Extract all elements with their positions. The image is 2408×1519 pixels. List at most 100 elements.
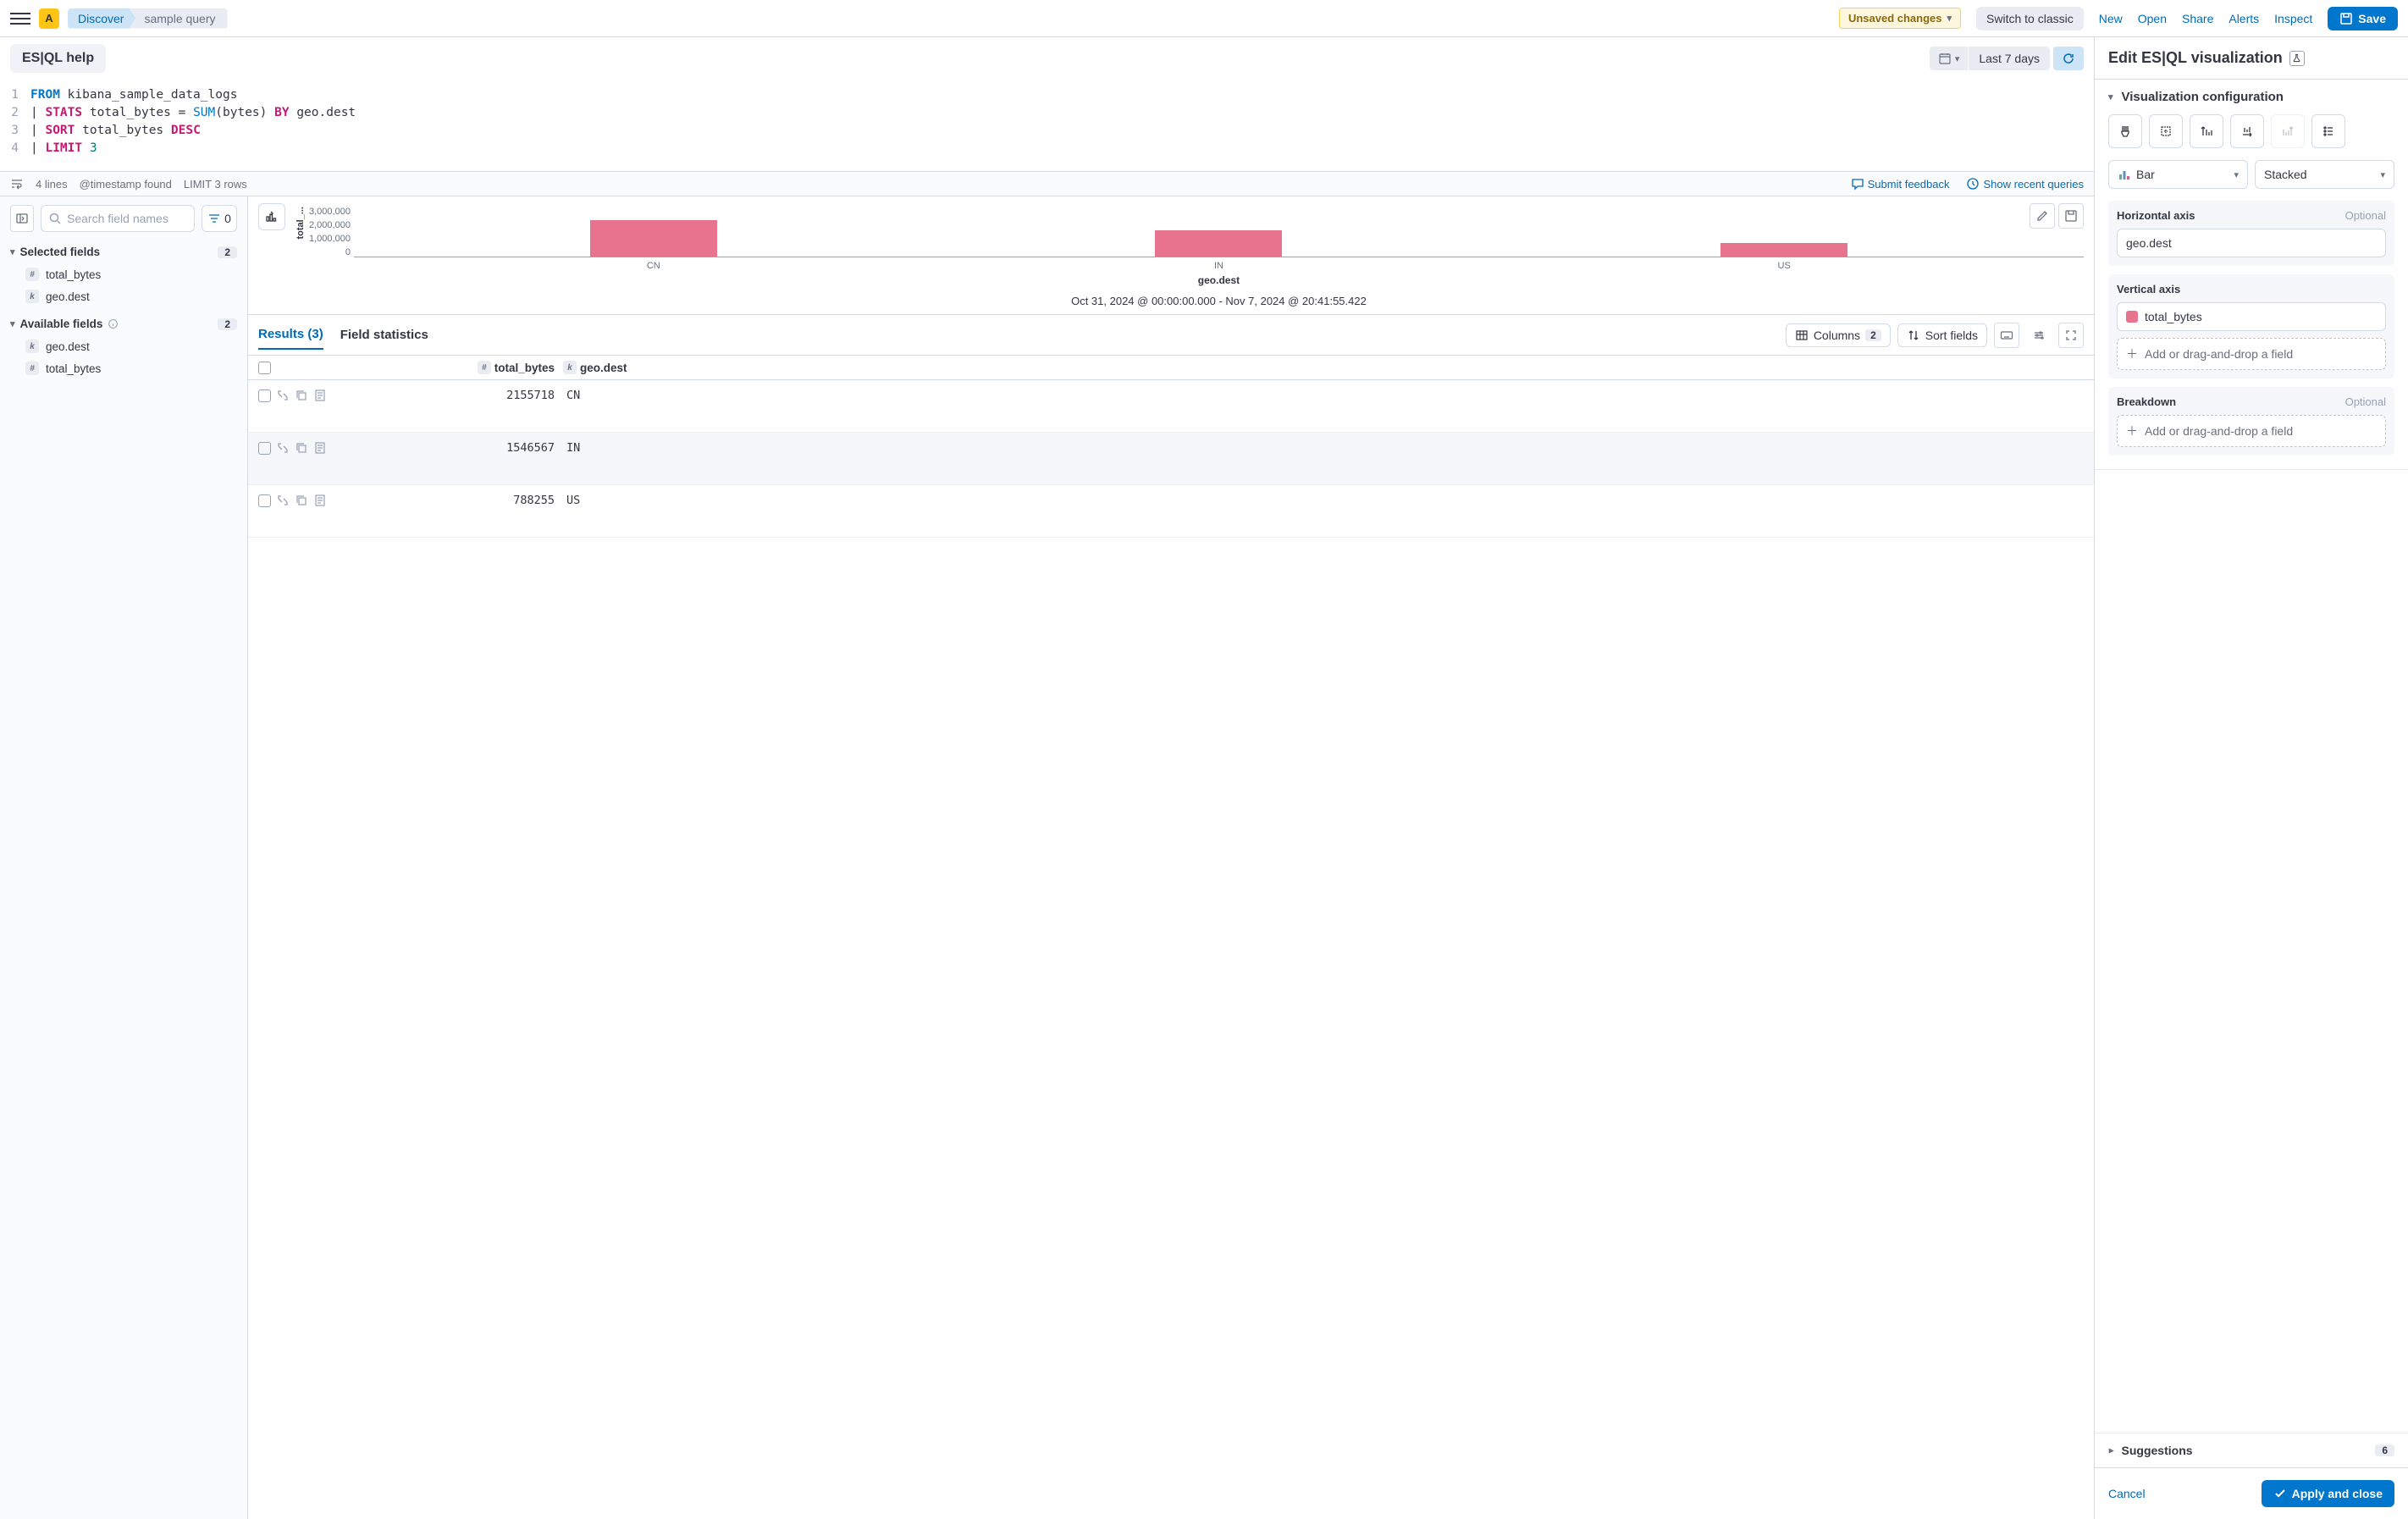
columns-button[interactable]: Columns 2 xyxy=(1786,323,1891,347)
field-item[interactable]: #total_bytes xyxy=(0,263,247,285)
vertical-axis-field[interactable]: total_bytes xyxy=(2117,302,2386,331)
left-axis-button[interactable] xyxy=(2190,114,2223,148)
chart-type-select[interactable]: Bar ▾ xyxy=(2108,160,2248,189)
field-item[interactable]: kgeo.dest xyxy=(0,285,247,307)
select-all-checkbox[interactable] xyxy=(258,362,271,374)
expand-icon[interactable] xyxy=(276,441,290,455)
save-button[interactable]: Save xyxy=(2328,7,2398,30)
stack-type-select[interactable]: Stacked ▾ xyxy=(2255,160,2394,189)
field-item[interactable]: kgeo.dest xyxy=(0,335,247,357)
inspect-link[interactable]: Inspect xyxy=(2274,12,2312,25)
share-link[interactable]: Share xyxy=(2182,12,2213,25)
selected-fields-header[interactable]: ▾ Selected fields 2 xyxy=(0,240,247,263)
expand-icon[interactable] xyxy=(276,389,290,402)
code-line[interactable]: FROM kibana_sample_data_logs xyxy=(30,86,237,104)
row-checkbox[interactable] xyxy=(258,389,271,402)
optional-label: Optional xyxy=(2345,395,2386,408)
sort-fields-button[interactable]: Sort fields xyxy=(1897,323,1987,347)
cell-geo-dest: US xyxy=(563,494,580,507)
chevron-down-icon: ▾ xyxy=(10,318,15,329)
columns-icon xyxy=(1795,329,1809,342)
field-item[interactable]: #total_bytes xyxy=(0,357,247,379)
code-line[interactable]: | SORT total_bytes DESC xyxy=(30,122,201,140)
collapse-sidebar-button[interactable] xyxy=(10,205,34,232)
tab-field-statistics[interactable]: Field statistics xyxy=(340,321,428,349)
breadcrumb-app[interactable]: Discover xyxy=(68,8,135,29)
chart-bar[interactable] xyxy=(1720,243,1847,257)
field-filter-button[interactable]: 0 xyxy=(202,205,237,232)
add-field-label: Add or drag-and-drop a field xyxy=(2145,424,2293,438)
chat-icon xyxy=(1851,177,1864,191)
esql-editor[interactable]: 1FROM kibana_sample_data_logs2 | STATS t… xyxy=(0,80,2094,171)
fullscreen-button[interactable] xyxy=(2058,323,2084,348)
axis-settings-button[interactable] xyxy=(2149,114,2183,148)
row-checkbox[interactable] xyxy=(258,442,271,455)
legend-icon xyxy=(2322,124,2335,138)
cancel-button[interactable]: Cancel xyxy=(2108,1487,2146,1500)
add-vertical-axis-field[interactable]: ＋ Add or drag-and-drop a field xyxy=(2117,338,2386,370)
expand-icon[interactable] xyxy=(276,494,290,507)
horizontal-axis-value: geo.dest xyxy=(2126,236,2172,250)
density-button[interactable] xyxy=(2026,323,2052,348)
display-options-button[interactable] xyxy=(1994,323,2019,348)
column-header-geo-dest[interactable]: k geo.dest xyxy=(563,361,627,374)
alerts-link[interactable]: Alerts xyxy=(2229,12,2259,25)
date-range-label[interactable]: Last 7 days xyxy=(1969,47,2050,70)
nav-menu-button[interactable] xyxy=(10,8,30,29)
plus-icon: ＋ xyxy=(2126,345,2138,362)
tab-results[interactable]: Results (3) xyxy=(258,320,323,350)
submit-feedback-link[interactable]: Submit feedback xyxy=(1851,177,1950,191)
column-header-label: geo.dest xyxy=(580,362,627,374)
y-axis-label: total_... xyxy=(295,207,306,253)
unsaved-changes-button[interactable]: Unsaved changes ▾ xyxy=(1839,8,1961,29)
appearance-button[interactable] xyxy=(2108,114,2142,148)
show-recent-queries-link[interactable]: Show recent queries xyxy=(1966,177,2084,191)
document-icon[interactable] xyxy=(313,441,327,455)
field-name: geo.dest xyxy=(46,340,90,353)
clock-icon xyxy=(1966,177,1980,191)
switch-to-classic-button[interactable]: Switch to classic xyxy=(1976,7,2084,30)
visualization-config-header[interactable]: ▾ Visualization configuration xyxy=(2095,80,2408,114)
esql-help-button[interactable]: ES|QL help xyxy=(10,44,106,73)
panel-title: Edit ES|QL visualization xyxy=(2108,49,2283,67)
bottom-axis-button[interactable] xyxy=(2230,114,2264,148)
row-checkbox[interactable] xyxy=(258,494,271,507)
code-line[interactable]: | STATS total_bytes = SUM(bytes) BY geo.… xyxy=(30,104,356,122)
copy-icon[interactable] xyxy=(295,389,308,402)
x-axis-label: geo.dest xyxy=(354,271,2084,286)
breadcrumb-query[interactable]: sample query xyxy=(129,8,227,29)
legend-button[interactable] xyxy=(2311,114,2345,148)
new-link[interactable]: New xyxy=(2099,12,2123,25)
suggestions-count: 6 xyxy=(2375,1444,2394,1456)
code-line[interactable]: | LIMIT 3 xyxy=(30,140,97,157)
breadcrumb: Discover sample query xyxy=(68,8,228,29)
save-icon xyxy=(2339,12,2353,25)
document-icon[interactable] xyxy=(313,389,327,402)
column-header-total-bytes[interactable]: # total_bytes xyxy=(343,361,563,374)
available-fields-header[interactable]: ▾ Available fields 2 xyxy=(0,312,247,335)
copy-icon[interactable] xyxy=(295,494,308,507)
right-axis-button xyxy=(2271,114,2305,148)
chart-bar[interactable] xyxy=(1155,230,1282,257)
datepicker-button[interactable]: ▾ xyxy=(1930,47,1969,70)
line-number: 1 xyxy=(10,86,30,104)
info-icon[interactable] xyxy=(108,318,119,329)
fullscreen-icon xyxy=(2064,329,2078,342)
toggle-chart-button[interactable] xyxy=(258,203,285,230)
stack-type-label: Stacked xyxy=(2264,168,2307,181)
add-breakdown-field[interactable]: ＋ Add or drag-and-drop a field xyxy=(2117,415,2386,447)
refresh-button[interactable] xyxy=(2053,47,2084,70)
avatar[interactable]: A xyxy=(39,8,59,29)
document-icon[interactable] xyxy=(313,494,327,507)
search-fields-input[interactable]: Search field names xyxy=(41,205,195,232)
table-row: 1546567IN xyxy=(248,433,2094,485)
suggestions-header[interactable]: ▾ Suggestions 6 xyxy=(2095,1433,2408,1467)
apply-and-close-button[interactable]: Apply and close xyxy=(2262,1480,2394,1507)
line-number: 2 xyxy=(10,104,30,122)
copy-icon[interactable] xyxy=(295,441,308,455)
horizontal-axis-field[interactable]: geo.dest xyxy=(2117,229,2386,257)
chart-bar[interactable] xyxy=(590,220,717,257)
open-link[interactable]: Open xyxy=(2138,12,2167,25)
wrap-icon[interactable] xyxy=(10,177,24,191)
beaker-icon xyxy=(2289,51,2305,66)
